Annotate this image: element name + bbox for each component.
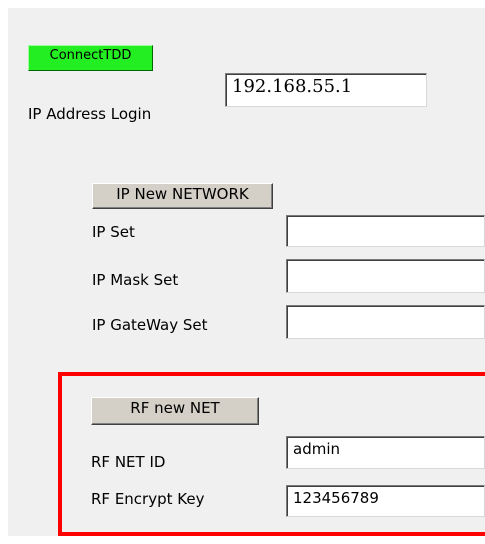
rf-encrypt-key-label: RF Encrypt Key	[91, 490, 205, 508]
rf-net-id-label: RF NET ID	[91, 453, 166, 471]
rf-new-net-button[interactable]: RF new NET	[91, 397, 259, 425]
ip-set-label: IP Set	[92, 223, 135, 241]
ip-address-login-input[interactable]: 192.168.55.1	[225, 73, 427, 107]
ip-mask-set-label: IP Mask Set	[92, 271, 179, 289]
ip-mask-set-input[interactable]	[286, 259, 485, 293]
ip-address-login-label: IP Address Login	[28, 105, 152, 123]
ip-gateway-set-input[interactable]	[286, 305, 485, 339]
ip-new-network-button[interactable]: IP New NETWORK	[92, 183, 273, 209]
rf-net-id-input[interactable]: admin	[286, 436, 485, 469]
ip-gateway-set-label: IP GateWay Set	[92, 316, 208, 334]
ip-set-input[interactable]	[286, 215, 485, 247]
connect-tdd-button[interactable]: ConnectTDD	[28, 45, 153, 71]
rf-encrypt-key-input[interactable]: 123456789	[286, 485, 485, 517]
